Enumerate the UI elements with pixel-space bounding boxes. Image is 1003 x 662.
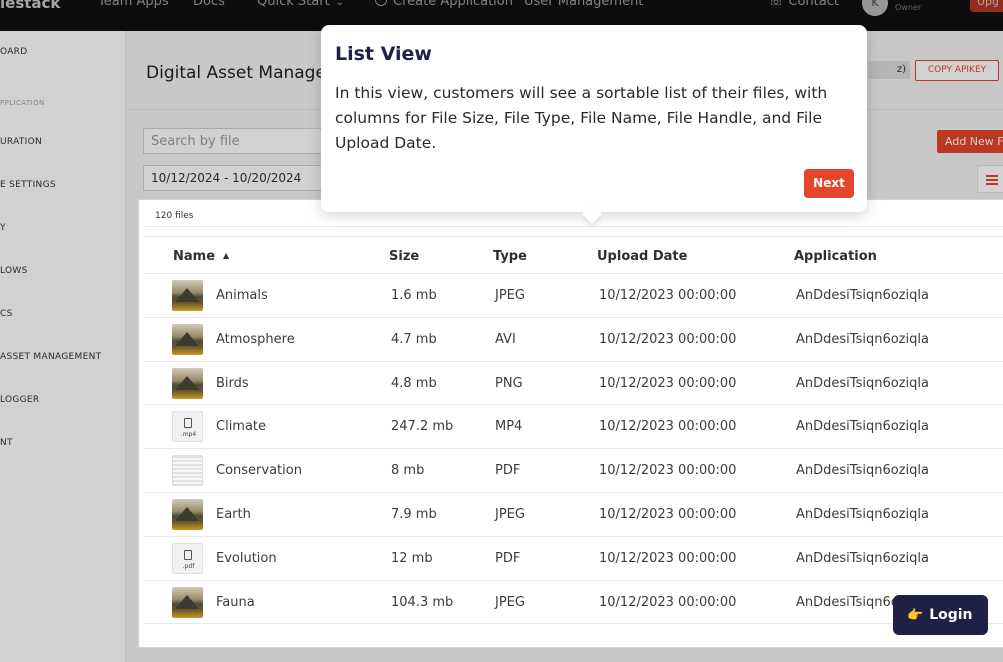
file-page-icon <box>184 549 192 560</box>
upload-date: 10/12/2023 00:00:00 <box>599 288 737 303</box>
application-id: AnDdesiTsiqn6oziqla <box>796 375 929 391</box>
file-name[interactable]: Climate <box>216 419 266 434</box>
table-row[interactable]: .pdf Evolution 12 mb PDF 10/12/2023 00:00:00… <box>144 537 1003 581</box>
table-row[interactable]: .mp4 Climate 247.2 mb MP4 10/12/2023 00:00:0… <box>144 405 1003 450</box>
file-type: PDF <box>495 550 521 566</box>
file-type: JPEG <box>495 288 525 303</box>
table-row[interactable]: Atmosphere 4.7 mb AVI 10/12/2023 00:00:00 An… <box>144 318 1003 362</box>
upload-date: 10/12/2023 00:00:00 <box>599 331 737 347</box>
file-size: 7.9 mb <box>391 506 437 522</box>
file-name[interactable]: Earth <box>216 507 251 522</box>
file-type: JPEG <box>495 506 525 522</box>
column-header-name[interactable]: Name ▲ <box>173 249 229 264</box>
application-id: AnDdesiTsiqn6oziqla <box>796 550 929 566</box>
login-label: Login <box>929 607 973 623</box>
image-thumbnail <box>172 498 203 530</box>
file-type: JPEG <box>495 594 525 610</box>
file-name[interactable]: Atmosphere <box>216 332 295 347</box>
image-thumbnail <box>172 280 203 311</box>
file-size: 247.2 mb <box>391 419 454 435</box>
image-thumbnail <box>172 367 203 399</box>
login-button[interactable]: 👉 Login <box>893 595 988 635</box>
file-type: PNG <box>495 375 523 391</box>
file-type: AVI <box>495 331 516 347</box>
tour-overlay <box>139 647 1003 662</box>
file-size: 1.6 mb <box>391 288 437 303</box>
file-name[interactable]: Fauna <box>216 595 255 610</box>
file-type: MP4 <box>495 419 523 435</box>
table-body: Animals 1.6 mb JPEG 10/12/2023 00:00:00 AnDd… <box>144 274 1003 625</box>
table-row[interactable]: Animals 1.6 mb JPEG 10/12/2023 00:00:00 AnDd… <box>144 274 1003 318</box>
application-id: AnDdesiTsiqn6oziqla <box>796 463 929 479</box>
file-name[interactable]: Evolution <box>216 551 277 566</box>
application-id: AnDdesiTsiqn6oziqla <box>796 331 929 347</box>
upload-date: 10/12/2023 00:00:00 <box>599 550 737 566</box>
upload-date: 10/12/2023 00:00:00 <box>599 594 737 610</box>
popover-title: List View <box>335 43 432 65</box>
files-panel: 120 files Name ▲ Size Type Upload Date Ap… <box>138 199 1003 648</box>
table-row[interactable]: Conservation 8 mb PDF 10/12/2023 00:00:00 An… <box>144 449 1003 493</box>
file-name[interactable]: Birds <box>216 376 249 391</box>
image-thumbnail <box>172 586 203 618</box>
document-thumbnail <box>172 455 203 487</box>
file-extension: .pdf <box>182 562 195 570</box>
column-header-type[interactable]: Type <box>493 249 527 264</box>
file-icon: .mp4 <box>172 411 203 443</box>
popover-body: In this view, customers will see a sorta… <box>335 84 828 152</box>
application-id: AnDdesiTsiqn6oziqla <box>796 288 929 303</box>
column-header-application[interactable]: Application <box>794 249 877 264</box>
file-type: PDF <box>495 463 521 479</box>
table-row[interactable]: Fauna 104.3 mb JPEG 10/12/2023 00:00:00 AnDd… <box>144 581 1003 625</box>
tour-overlay <box>0 31 139 662</box>
upload-date: 10/12/2023 00:00:00 <box>599 463 737 479</box>
sort-ascending-icon[interactable]: ▲ <box>223 251 229 260</box>
file-extension: .mp4 <box>180 431 197 439</box>
pointing-hand-icon: 👉 <box>907 608 924 623</box>
upload-date: 10/12/2023 00:00:00 <box>599 506 737 522</box>
column-header-upload-date[interactable]: Upload Date <box>597 249 687 264</box>
file-icon: .pdf <box>172 542 203 574</box>
file-name[interactable]: Conservation <box>216 463 302 478</box>
column-header-name-label: Name <box>173 249 216 264</box>
file-name[interactable]: Animals <box>216 288 268 303</box>
tour-popover: List View In this view, customers will s… <box>321 25 867 224</box>
table-row[interactable]: Earth 7.9 mb JPEG 10/12/2023 00:00:00 AnDdes… <box>144 493 1003 537</box>
file-size: 104.3 mb <box>391 594 454 610</box>
application-id: AnDdesiTsiqn6oziqla <box>796 506 929 522</box>
upload-date: 10/12/2023 00:00:00 <box>599 419 737 435</box>
file-size: 8 mb <box>391 463 425 479</box>
file-size: 12 mb <box>391 550 433 566</box>
upload-date: 10/12/2023 00:00:00 <box>599 375 737 391</box>
file-size: 4.7 mb <box>391 331 437 347</box>
next-button[interactable]: Next <box>804 169 854 198</box>
image-thumbnail <box>172 323 203 355</box>
column-header-size[interactable]: Size <box>389 249 419 264</box>
table-row[interactable]: Birds 4.8 mb PNG 10/12/2023 00:00:00 AnDdesi… <box>144 362 1003 406</box>
table-header: Name ▲ Size Type Upload Date Application <box>144 236 1003 274</box>
file-size: 4.8 mb <box>391 375 437 391</box>
application-id: AnDdesiTsiqn6oziqla <box>796 419 929 435</box>
file-page-icon <box>184 418 192 429</box>
files-table: Name ▲ Size Type Upload Date Application … <box>144 236 1003 625</box>
